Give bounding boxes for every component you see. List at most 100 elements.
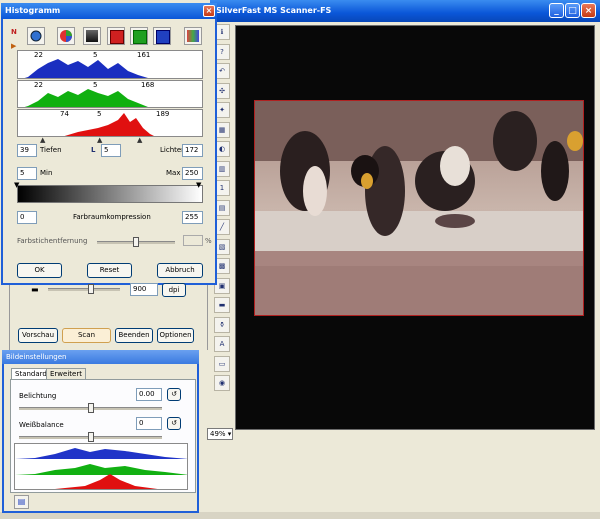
gradient-right-handle[interactable]: ▼ — [196, 181, 201, 189]
bildeinstellungen-title: Bildeinstellungen — [6, 353, 67, 361]
resolution-slider[interactable] — [48, 288, 120, 291]
green-channel-button[interactable] — [130, 27, 148, 45]
tone-gradient-bar[interactable] — [17, 185, 203, 203]
resolution-slider-knob[interactable] — [88, 284, 94, 294]
resolution-input[interactable]: 900 — [130, 283, 158, 296]
farbstich-input[interactable] — [183, 235, 203, 246]
reset-arrow-icon: ↺ — [171, 390, 177, 398]
play-icon: ▶ — [11, 42, 17, 50]
red-channel-icon — [110, 30, 124, 44]
layers-icon: ▤ — [17, 497, 26, 506]
histogram-title: Histogramm — [5, 6, 61, 15]
grid-icon: ▦ — [218, 125, 226, 134]
farbstich-label: Farbstichentfernung — [17, 237, 88, 245]
blue-channel-button[interactable] — [153, 27, 171, 45]
green-shadow-value: 22 — [34, 81, 43, 89]
green-channel-icon — [133, 30, 147, 44]
belichtung-reset-button[interactable]: ↺ — [167, 388, 181, 401]
green-midtone-value: 5 — [93, 81, 98, 89]
text-tool-button[interactable]: A — [214, 336, 230, 352]
histogram-icon: ▤ — [218, 203, 226, 212]
adjust-tool-button[interactable]: ⚱ — [214, 316, 230, 333]
weissbalance-label: Weißbalance — [19, 421, 64, 429]
weissbalance-slider-knob[interactable] — [88, 432, 94, 442]
help-icon: ? — [220, 47, 224, 56]
color-wheel-button[interactable] — [57, 27, 75, 45]
scan-button[interactable]: Scan — [62, 328, 111, 343]
max-input[interactable]: 250 — [182, 167, 203, 180]
ok-button[interactable]: OK — [17, 263, 62, 278]
farbstich-slider-knob[interactable] — [133, 237, 139, 247]
penguin-photo — [255, 101, 583, 315]
zoom-tool-button[interactable] — [27, 27, 45, 45]
l-input[interactable]: 5 — [101, 144, 121, 157]
info-icon: ℹ — [220, 28, 224, 36]
preferences-button[interactable] — [184, 27, 202, 45]
belichtung-label: Belichtung — [19, 392, 57, 400]
print-icon: ▬ — [218, 301, 226, 309]
shadow-slider-handle[interactable]: ▲ — [40, 136, 45, 144]
film-tool-button[interactable]: ▭ — [214, 355, 230, 372]
tiefen-input[interactable]: 39 — [17, 144, 37, 157]
undo-icon: ↶ — [219, 67, 225, 75]
taskbar-strip — [0, 512, 600, 519]
resolution-icon: ▬ — [31, 285, 39, 294]
weissbalance-input[interactable]: 0 — [136, 417, 162, 430]
n-marker-icon: N — [11, 28, 17, 36]
gradient-left-handle[interactable]: ▼ — [14, 181, 19, 189]
red-histogram-graph — [64, 113, 154, 136]
bild-histogram — [14, 443, 188, 490]
belichtung-input[interactable]: 0.00 — [136, 388, 162, 401]
gray-channel-button[interactable] — [83, 27, 101, 45]
zoom-select[interactable]: 49% ▾ — [207, 428, 233, 440]
magic-wand-icon: ✦ — [219, 106, 225, 114]
dpi-unit-select[interactable]: dpi — [162, 283, 186, 297]
preferences-icon — [187, 30, 199, 42]
weissbalance-reset-button[interactable]: ↺ — [167, 417, 181, 430]
highlight-slider-handle[interactable]: ▲ — [137, 136, 142, 144]
lichter-label: Lichter — [160, 146, 185, 154]
reset-arrow-icon: ↺ — [171, 419, 177, 427]
belichtung-slider-knob[interactable] — [88, 403, 94, 413]
blue-highlight-value: 161 — [137, 51, 151, 59]
close-button[interactable]: × — [581, 3, 596, 18]
print-tool-button[interactable]: ▬ — [214, 297, 230, 313]
layers-button[interactable]: ▤ — [14, 495, 29, 509]
red-channel-button[interactable] — [107, 27, 125, 45]
green-histogram-graph — [24, 89, 148, 107]
zoom-value: 49% — [210, 430, 226, 438]
settings-tool-button[interactable]: ◉ — [214, 375, 230, 391]
lichter-input[interactable]: 172 — [182, 144, 203, 157]
min-label: Min — [40, 169, 53, 177]
blue-shadow-value: 22 — [34, 51, 43, 59]
red-midtone-value: 5 — [97, 110, 102, 118]
histogram-close-button[interactable]: × — [203, 5, 215, 17]
color-icon: ▧ — [218, 242, 226, 251]
maximize-button[interactable]: □ — [565, 3, 580, 18]
max-label: Max — [166, 169, 181, 177]
min-input[interactable]: 5 — [17, 167, 37, 180]
midtone-slider-handle[interactable]: ▲ — [97, 136, 102, 144]
red-shadow-value: 74 — [60, 110, 69, 118]
farbraum-min-input[interactable]: 0 — [17, 211, 37, 224]
bild-histogram-graph — [15, 448, 187, 489]
blue-midtone-value: 5 — [93, 51, 98, 59]
green-histogram — [17, 80, 203, 108]
one-icon: 1 — [219, 184, 225, 192]
settings-icon: ◉ — [218, 379, 226, 387]
histogram-titlebar: Histogramm — [1, 3, 217, 19]
scan-preview-image[interactable] — [254, 100, 584, 316]
vorschau-button[interactable]: Vorschau — [18, 328, 58, 343]
optionen-button[interactable]: Optionen — [157, 328, 194, 343]
red-highlight-value: 189 — [156, 110, 170, 118]
farbraum-max-input[interactable]: 255 — [182, 211, 203, 224]
curves-icon: ╱ — [219, 223, 225, 231]
abbruch-button[interactable]: Abbruch — [157, 263, 203, 278]
green-highlight-value: 168 — [141, 81, 155, 89]
farbstich-unit: % — [205, 237, 212, 245]
minimize-button[interactable]: _ — [549, 3, 564, 18]
reset-button[interactable]: Reset — [87, 263, 132, 278]
gradation-icon: ▥ — [218, 164, 226, 173]
beenden-button[interactable]: Beenden — [115, 328, 153, 343]
film-icon: ▭ — [218, 359, 226, 368]
